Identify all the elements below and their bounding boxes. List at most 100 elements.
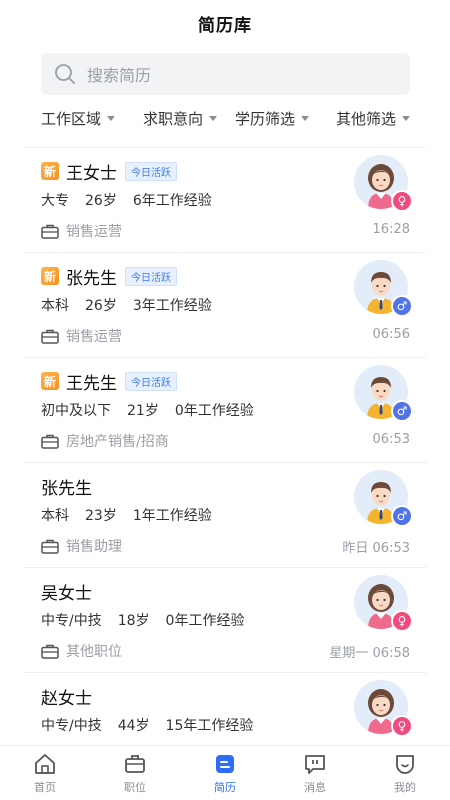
chevron-down-icon bbox=[301, 116, 310, 121]
female-icon: ♀ bbox=[391, 190, 413, 212]
update-time: 昨日 06:53 bbox=[342, 541, 410, 556]
briefcase-icon bbox=[41, 539, 59, 554]
resume-card[interactable]: 新张先生 今日活跃本科 26岁 3年工作经验销售运营 06:56 ♂ bbox=[24, 253, 426, 358]
update-time: 16:28 bbox=[372, 222, 410, 237]
experience: 1年工作经验 bbox=[132, 508, 212, 524]
update-time: 星期一 06:58 bbox=[329, 646, 410, 661]
active-today-badge: 今日活跃 bbox=[125, 266, 177, 286]
candidate-name: 张先生 bbox=[66, 268, 117, 289]
search-placeholder: 搜索简历 bbox=[87, 66, 152, 85]
active-today-badge: 今日活跃 bbox=[125, 161, 177, 181]
candidate-name: 吴女士 bbox=[41, 583, 92, 604]
candidate-meta: 初中及以下 21岁 0年工作经验 bbox=[41, 400, 254, 420]
message-icon bbox=[305, 754, 325, 774]
bottom-tab-bar: 首页 职位 简历 消息 我的 bbox=[0, 745, 450, 800]
male-icon: ♂ bbox=[391, 505, 413, 527]
avatar: ♂ bbox=[354, 365, 413, 422]
tab-label: 我的 bbox=[394, 780, 416, 794]
job-intention: 其他职位 bbox=[41, 641, 122, 661]
tab-label: 首页 bbox=[34, 780, 56, 794]
candidate-name: 张先生 bbox=[41, 478, 92, 499]
tab-label: 消息 bbox=[304, 780, 326, 794]
briefcase-icon bbox=[41, 329, 59, 344]
candidate-meta: 中专/中技 44岁 15年工作经验 bbox=[41, 715, 253, 735]
update-time: 06:53 bbox=[372, 432, 410, 447]
candidate-meta: 本科 23岁 1年工作经验 bbox=[41, 505, 212, 525]
age: 23岁 bbox=[85, 508, 117, 524]
job-intention: 房地产销售/招商 bbox=[41, 431, 169, 451]
female-icon: ♀ bbox=[391, 610, 413, 632]
new-badge: 新 bbox=[41, 372, 59, 390]
job-intention: 销售助理 bbox=[41, 536, 122, 556]
job-intention: 销售运营 bbox=[41, 326, 122, 346]
tab-profile[interactable]: 我的 bbox=[360, 746, 450, 800]
experience: 0年工作经验 bbox=[165, 613, 245, 629]
tab-jobs[interactable]: 职位 bbox=[90, 746, 180, 800]
candidate-meta: 中专/中技 18岁 0年工作经验 bbox=[41, 610, 244, 630]
job-label: 其他职位 bbox=[66, 644, 122, 660]
update-time: 06:56 bbox=[372, 327, 410, 342]
male-icon: ♂ bbox=[391, 400, 413, 422]
experience: 15年工作经验 bbox=[165, 718, 254, 734]
new-badge: 新 bbox=[41, 267, 59, 285]
filter-work-area[interactable]: 工作区域 bbox=[41, 108, 116, 129]
job-label: 销售运营 bbox=[66, 329, 122, 345]
search-bar[interactable]: 搜索简历 bbox=[41, 53, 410, 95]
profile-icon bbox=[396, 754, 414, 774]
education: 本科 bbox=[41, 508, 69, 524]
search-icon bbox=[53, 62, 77, 86]
candidate-name: 王先生 bbox=[66, 373, 117, 394]
job-label: 销售助理 bbox=[66, 539, 122, 555]
tab-label: 职位 bbox=[124, 780, 146, 794]
age: 26岁 bbox=[85, 193, 117, 209]
resume-icon bbox=[216, 754, 234, 773]
resume-card[interactable]: 张先生本科 23岁 1年工作经验 销售助理 昨日 06:53 ♂ bbox=[24, 463, 426, 568]
filter-job-intention[interactable]: 求职意向 bbox=[143, 108, 218, 129]
avatar: ♀ bbox=[354, 575, 413, 632]
resume-card[interactable]: 新王女士 今日活跃大专 26岁 6年工作经验 销售运营 16:28 ♀ bbox=[24, 148, 426, 253]
filter-other[interactable]: 其他筛选 bbox=[336, 108, 411, 129]
candidate-meta: 本科 26岁 3年工作经验 bbox=[41, 295, 212, 315]
resume-card[interactable]: 赵女士中专/中技 44岁 15年工作经验 ♀ bbox=[24, 673, 426, 745]
new-badge: 新 bbox=[41, 162, 59, 180]
chevron-down-icon bbox=[107, 116, 116, 121]
candidate-meta: 大专 26岁 6年工作经验 bbox=[41, 190, 212, 210]
experience: 3年工作经验 bbox=[132, 298, 212, 314]
education: 中专/中技 bbox=[41, 718, 102, 734]
experience: 0年工作经验 bbox=[174, 403, 254, 419]
age: 21岁 bbox=[127, 403, 159, 419]
resume-card[interactable]: 吴女士中专/中技 18岁 0年工作经验其他职位 星期一 06:58 ♀ bbox=[24, 568, 426, 673]
job-label: 销售运营 bbox=[66, 224, 122, 240]
chevron-down-icon bbox=[209, 116, 218, 121]
education: 本科 bbox=[41, 298, 69, 314]
filter-education[interactable]: 学历筛选 bbox=[235, 108, 310, 129]
candidate-name: 王女士 bbox=[66, 163, 117, 184]
tab-home[interactable]: 首页 bbox=[0, 746, 90, 800]
active-today-badge: 今日活跃 bbox=[125, 371, 177, 391]
experience: 6年工作经验 bbox=[132, 193, 212, 209]
filter-label: 学历筛选 bbox=[235, 110, 296, 128]
education: 中专/中技 bbox=[41, 613, 102, 629]
filter-label: 工作区域 bbox=[41, 110, 102, 128]
page-title: 简历库 bbox=[198, 15, 252, 36]
education: 大专 bbox=[41, 193, 69, 209]
name-row: 赵女士 bbox=[41, 685, 92, 709]
name-row: 张先生 bbox=[41, 475, 92, 499]
avatar: ♀ bbox=[354, 680, 413, 737]
name-row: 新张先生 今日活跃 bbox=[41, 265, 177, 289]
name-row: 吴女士 bbox=[41, 580, 92, 604]
age: 18岁 bbox=[117, 613, 150, 629]
app-header: 简历库 bbox=[0, 0, 450, 46]
chevron-down-icon bbox=[402, 116, 411, 121]
candidate-name: 赵女士 bbox=[41, 688, 92, 709]
avatar: ♂ bbox=[354, 470, 413, 527]
name-row: 新王先生 今日活跃 bbox=[41, 370, 177, 394]
briefcase-icon bbox=[41, 644, 59, 659]
tab-messages[interactable]: 消息 bbox=[270, 746, 360, 800]
filter-label: 其他筛选 bbox=[336, 110, 397, 128]
age: 44岁 bbox=[117, 718, 150, 734]
resume-card[interactable]: 新王先生 今日活跃 初中及以下 21岁 0年工作经验 房地产销售/招商 06:53 ♂ bbox=[24, 358, 426, 463]
home-icon bbox=[35, 753, 55, 774]
avatar: ♂ bbox=[354, 260, 413, 317]
tab-resume[interactable]: 简历 bbox=[180, 746, 270, 800]
